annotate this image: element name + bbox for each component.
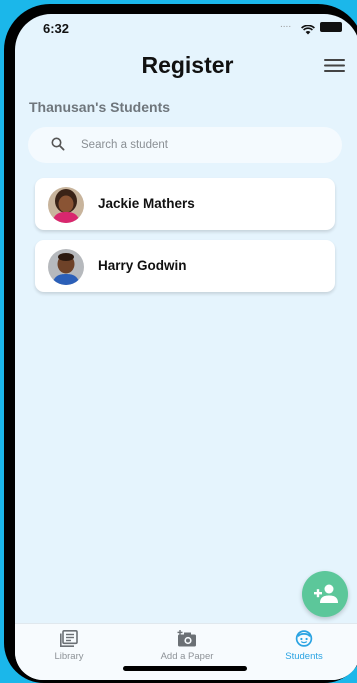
library-icon [60, 630, 78, 647]
section-title: Thanusan's Students [29, 99, 171, 115]
add-photo-icon [177, 630, 196, 647]
page-title: Register [141, 52, 234, 78]
status-bar: 6:32 .... [15, 14, 357, 44]
student-card-jackie[interactable]: Jackie Mathers [35, 178, 335, 230]
avatar [48, 249, 84, 285]
search-bar[interactable] [28, 127, 342, 163]
device-frame: 6:32 .... Register Thanusan's Students S… [4, 4, 357, 683]
add-person-icon [314, 584, 338, 603]
tab-library[interactable]: Library [19, 630, 119, 666]
app-screen: 6:32 .... Register Thanusan's Students S… [15, 14, 357, 680]
student-face-icon [295, 630, 313, 647]
tab-label: Add a Paper [160, 651, 214, 662]
student-list: Jackie Mathers Harry Godwin [35, 178, 335, 302]
cellular-signal-icon: .... [280, 19, 292, 30]
add-student-button[interactable] [302, 571, 348, 617]
home-indicator [123, 666, 247, 671]
tab-label: Students [285, 651, 323, 662]
tab-students[interactable]: Students [254, 630, 354, 666]
status-time: 6:32 [43, 21, 70, 36]
student-card-harry[interactable]: Harry Godwin [35, 240, 335, 292]
battery-icon [320, 22, 342, 32]
search-input[interactable] [81, 127, 321, 163]
tab-add-a-paper[interactable]: Add a Paper [137, 630, 237, 666]
tab-bar: Library Add a Paper Students [15, 623, 357, 680]
menu-icon[interactable] [324, 58, 346, 74]
search-icon [51, 137, 65, 156]
avatar [48, 187, 84, 223]
student-name: Jackie Mathers [98, 196, 195, 211]
tab-label: Library [54, 651, 84, 662]
wifi-icon [301, 22, 315, 40]
student-name: Harry Godwin [98, 258, 187, 273]
